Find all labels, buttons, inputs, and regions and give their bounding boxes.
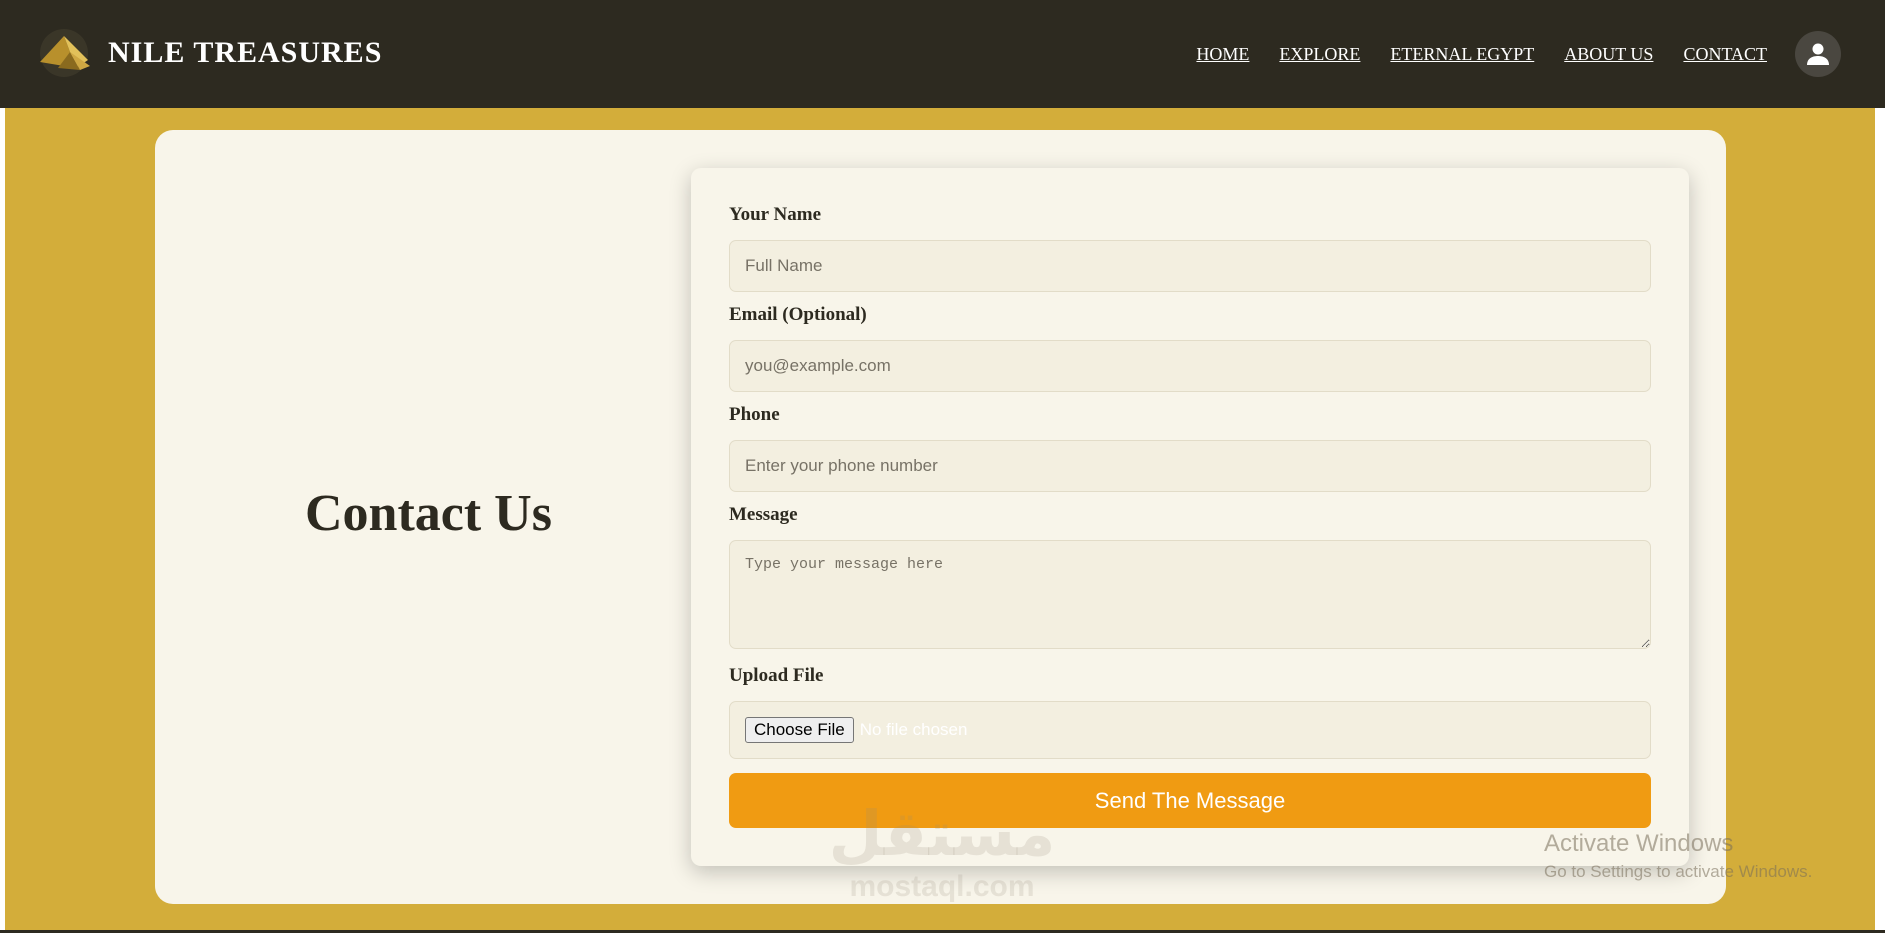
file-upload-field: Choose File No file chosen [729, 701, 1651, 759]
top-navbar: NILE TREASURES HOME EXPLORE ETERNAL EGYP… [0, 0, 1885, 108]
name-label: Your Name [729, 204, 822, 225]
nav-link-contact[interactable]: CONTACT [1683, 44, 1767, 65]
nav-link-eternal-egypt[interactable]: ETERNAL EGYPT [1390, 44, 1534, 65]
page-title: Contact Us [305, 485, 552, 542]
pyramid-logo-icon [40, 29, 90, 77]
activate-windows-subtitle: Go to Settings to activate Windows. [1544, 862, 1813, 881]
activate-windows-title: Activate Windows [1544, 830, 1734, 857]
file-status-text: No file chosen [859, 720, 968, 739]
message-textarea[interactable] [729, 540, 1651, 649]
message-label: Message [729, 504, 798, 525]
upload-label: Upload File [729, 665, 824, 686]
activate-windows-notice: Activate Windows Go to Settings to activ… [1544, 830, 1812, 882]
email-label: Email (Optional) [729, 304, 867, 325]
contact-form: Your Name Email (Optional) Phone Message… [691, 168, 1689, 866]
choose-file-button[interactable]: Choose File [745, 717, 854, 743]
phone-input[interactable] [729, 440, 1651, 492]
send-message-button[interactable]: Send The Message [729, 773, 1651, 828]
brand[interactable]: NILE TREASURES [36, 28, 382, 78]
nav-link-explore[interactable]: EXPLORE [1279, 44, 1360, 65]
user-icon [1807, 43, 1829, 65]
main-nav: HOME EXPLORE ETERNAL EGYPT ABOUT US CONT… [1196, 0, 1767, 108]
nav-link-home[interactable]: HOME [1196, 44, 1249, 65]
name-input[interactable] [729, 240, 1651, 292]
nav-link-about-us[interactable]: ABOUT US [1564, 44, 1653, 65]
user-account-button[interactable] [1795, 31, 1841, 77]
contact-card: Contact Us Your Name Email (Optional) Ph… [155, 130, 1726, 904]
phone-label: Phone [729, 404, 780, 425]
brand-title: NILE TREASURES [108, 36, 383, 69]
page-edge-right [1875, 108, 1885, 933]
email-input[interactable] [729, 340, 1651, 392]
